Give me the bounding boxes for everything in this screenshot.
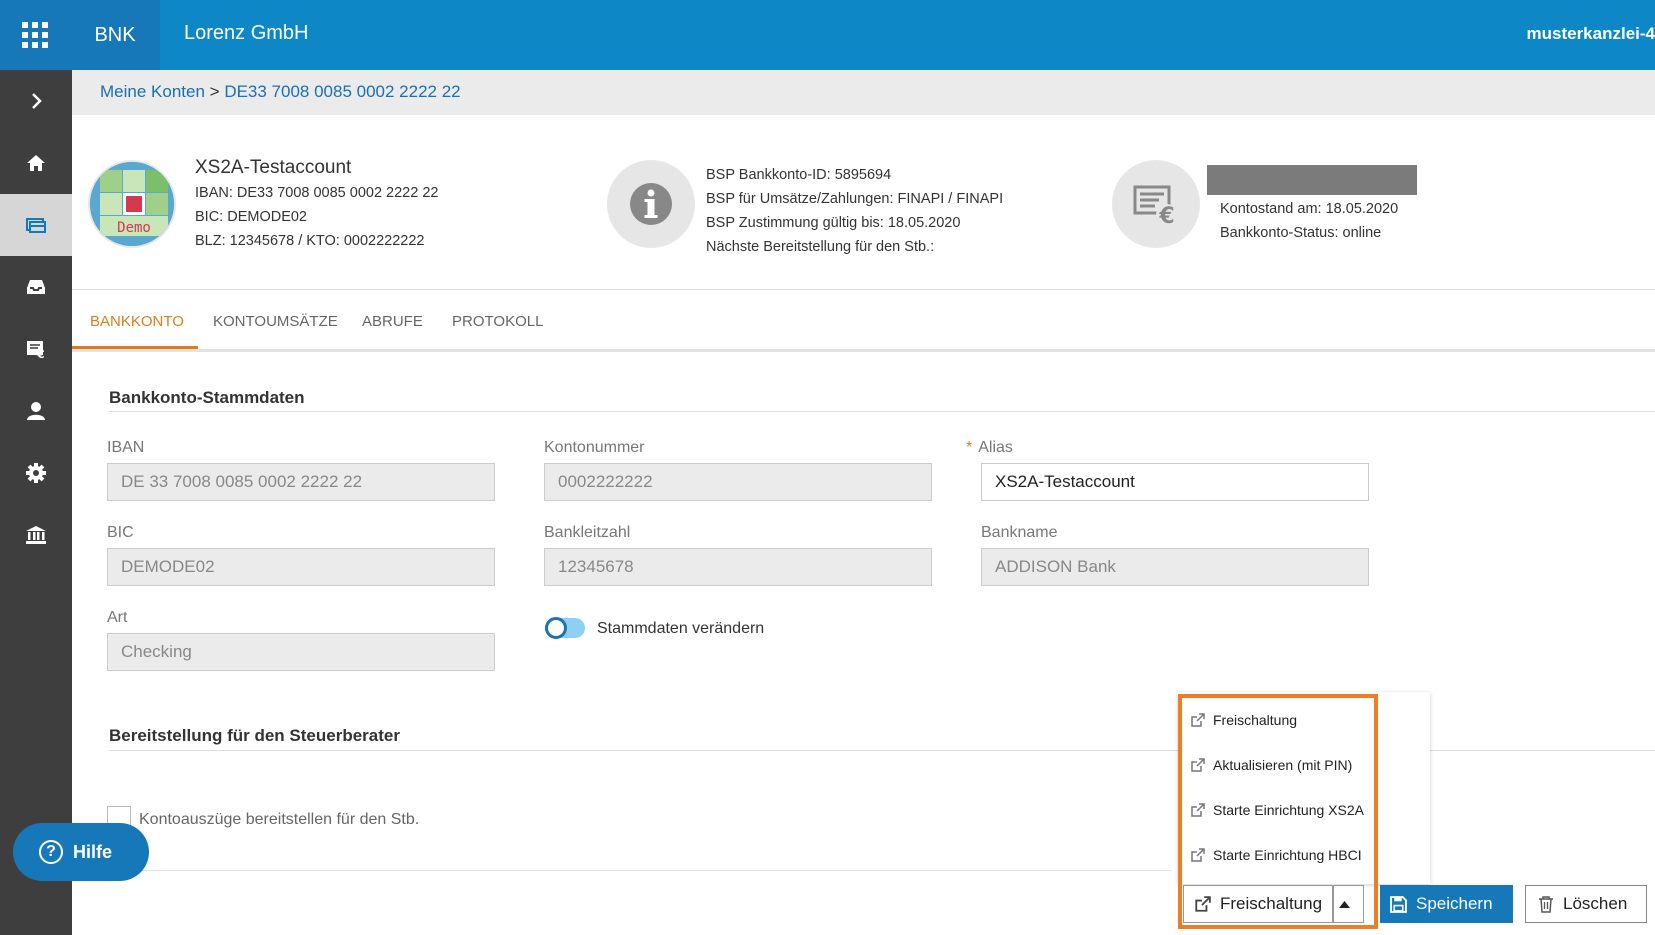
question-icon: ?	[39, 840, 63, 864]
grid-icon	[22, 22, 48, 48]
sidebar-item-settings[interactable]	[0, 442, 72, 504]
account-bic: BIC: DEMODE02	[195, 209, 307, 225]
bsp-next-provision: Nächste Bereitstellung für den Stb.:	[706, 239, 935, 255]
home-icon	[27, 155, 45, 171]
bank-logo: Demo	[88, 160, 176, 248]
sidebar-item-banks[interactable]	[0, 504, 72, 566]
dropdown-toggle-button[interactable]	[1333, 885, 1364, 923]
action-dropdown-menu: Freischaltung Aktualisieren (mit PIN) St…	[1178, 692, 1430, 884]
external-link-icon	[1191, 847, 1205, 862]
account-title: XS2A-Testaccount	[195, 157, 352, 178]
menu-item-einrichtung-xs2a[interactable]: Starte Einrichtung XS2A	[1190, 802, 1364, 818]
external-link-icon	[1191, 802, 1205, 817]
account-header: Demo XS2A-Testaccount IBAN: DE33 7008 00…	[72, 115, 1655, 290]
section-divider	[109, 411, 1655, 412]
save-button[interactable]: Speichern	[1380, 885, 1513, 923]
user-icon	[27, 402, 45, 420]
sidebar-item-home[interactable]	[0, 132, 72, 194]
freischaltung-button[interactable]: Freischaltung	[1183, 885, 1333, 923]
floppy-disk-icon	[1390, 895, 1407, 913]
tab-kontoumsaetze[interactable]: KONTOUMSÄTZE	[213, 313, 338, 330]
demo-label: Demo	[117, 220, 151, 236]
alias-label: * Alias	[966, 439, 1013, 456]
redacted-balance	[1207, 165, 1417, 195]
account-info: XS2A-Testaccount IBAN: DE33 7008 0085 00…	[195, 155, 438, 253]
tab-protokoll[interactable]: PROTOKOLL	[452, 313, 543, 330]
tab-bar: BANKKONTO KONTOUMSÄTZE ABRUFE PROTOKOLL	[72, 290, 1655, 352]
section-title-bereitstellung: Bereitstellung für den Steuerberater	[109, 726, 400, 745]
required-marker: *	[966, 439, 973, 456]
trash-icon	[1539, 895, 1553, 913]
iban-label: IBAN	[107, 439, 145, 456]
bankname-field[interactable]: ADDISON Bank	[981, 548, 1369, 586]
balance-date: Kontostand am: 18.05.2020	[1220, 201, 1399, 217]
account-iban: IBAN: DE33 7008 0085 0002 2222 22	[195, 185, 439, 201]
svg-text:€: €	[1158, 204, 1174, 227]
app-name[interactable]: BNK	[70, 0, 160, 70]
bsp-info: BSP Bankkonto-ID: 5895694 BSP für Umsätz…	[706, 163, 1003, 259]
invoice-euro-icon: €	[27, 341, 45, 360]
caret-up-icon	[1338, 900, 1350, 908]
menu-item-einrichtung-hbci[interactable]: Starte Einrichtung HBCI	[1190, 847, 1362, 863]
external-link-icon	[1195, 895, 1211, 912]
sidebar-item-inbox[interactable]	[0, 256, 72, 318]
top-bar: BNK Lorenz GmbH musterkanzlei-4	[0, 0, 1655, 70]
iban-field[interactable]: DE 33 7008 0085 0002 2222 22	[107, 463, 495, 501]
stammdaten-toggle-label: Stammdaten verändern	[597, 620, 765, 637]
tab-bankkonto[interactable]: BANKKONTO	[90, 313, 184, 330]
chevron-right-icon	[32, 93, 42, 109]
alias-input[interactable]: XS2A-Testaccount	[981, 463, 1369, 501]
help-label: Hilfe	[73, 841, 113, 862]
art-label: Art	[107, 609, 128, 626]
menu-item-aktualisieren[interactable]: Aktualisieren (mit PIN)	[1190, 757, 1352, 773]
help-button[interactable]: ? Hilfe	[13, 823, 149, 881]
bsp-provider: BSP für Umsätze/Zahlungen: FINAPI / FINA…	[706, 191, 1004, 207]
bic-label: BIC	[107, 524, 134, 541]
bank-building-icon	[26, 526, 46, 544]
breadcrumb-my-accounts[interactable]: Meine Konten	[100, 82, 205, 101]
breadcrumb-current-account[interactable]: DE33 7008 0085 0002 2222 22	[224, 82, 460, 101]
app-launcher-button[interactable]	[0, 0, 70, 70]
sidebar-item-user[interactable]	[0, 380, 72, 442]
footer-divider	[72, 870, 1172, 871]
active-tab-indicator	[72, 346, 198, 349]
sidebar-expand-button[interactable]	[0, 70, 72, 132]
bsp-id: BSP Bankkonto-ID: 5895694	[706, 167, 892, 183]
sidebar: €	[0, 70, 72, 935]
inbox-icon	[27, 280, 45, 294]
section-title-stammdaten: Bankkonto-Stammdaten	[109, 388, 305, 407]
account-status: Bankkonto-Status: online	[1220, 225, 1382, 241]
info-icon	[630, 183, 672, 225]
tenant-name[interactable]: musterkanzlei-4	[1527, 24, 1655, 44]
info-icon-circle	[607, 160, 695, 248]
gear-icon	[26, 463, 46, 483]
stammdaten-toggle[interactable]	[545, 617, 585, 639]
company-name[interactable]: Lorenz GmbH	[184, 22, 309, 45]
delete-button[interactable]: Löschen	[1525, 885, 1647, 923]
breadcrumb: Meine Konten > DE33 7008 0085 0002 2222 …	[72, 70, 1655, 115]
bsp-consent: BSP Zustimmung gültig bis: 18.05.2020	[706, 215, 961, 231]
balance-info: Kontostand am: 18.05.2020 Bankkonto-Stat…	[1220, 197, 1398, 245]
breadcrumb-separator: >	[209, 82, 220, 101]
external-link-icon	[1191, 757, 1205, 772]
sidebar-item-bank-accounts[interactable]	[0, 194, 72, 256]
kontoauszuege-label: Kontoauszüge bereitstellen für den Stb.	[139, 811, 420, 828]
menu-item-freischaltung[interactable]: Freischaltung	[1190, 712, 1297, 728]
svg-text:€: €	[36, 348, 45, 360]
toggle-knob	[545, 617, 567, 639]
kontonummer-field[interactable]: 0002222222	[544, 463, 932, 501]
bic-field[interactable]: DEMODE02	[107, 548, 495, 586]
invoice-euro-icon: €	[1133, 185, 1178, 227]
bankleitzahl-field[interactable]: 12345678	[544, 548, 932, 586]
bankname-label: Bankname	[981, 524, 1058, 541]
bankleitzahl-label: Bankleitzahl	[544, 524, 631, 541]
external-link-icon	[1191, 712, 1205, 727]
account-blz: BLZ: 12345678 / KTO: 0002222222	[195, 233, 425, 249]
kontonummer-label: Kontonummer	[544, 439, 645, 456]
bank-cards-icon	[26, 218, 46, 233]
art-field[interactable]: Checking	[107, 633, 495, 671]
sidebar-item-payments[interactable]: €	[0, 318, 72, 380]
balance-icon-circle: €	[1112, 160, 1200, 248]
tab-abrufe[interactable]: ABRUFE	[362, 313, 423, 330]
